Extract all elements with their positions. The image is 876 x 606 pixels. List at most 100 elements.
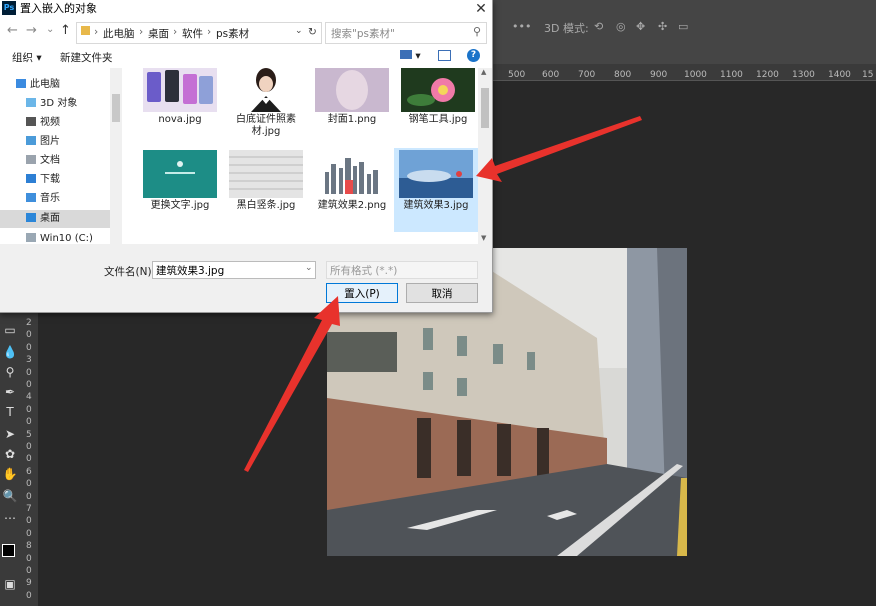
ruler-tick: 1000 [684,70,707,80]
recent-dropdown-button[interactable]: ⌄ [46,24,54,35]
pan-3d-icon[interactable]: ✥ [636,20,645,33]
filename-input[interactable]: 建筑效果3.jpg [152,261,316,279]
search-box[interactable]: 搜索"ps素材" ⚲ [325,22,487,44]
ruler-digit: 9 [26,578,32,589]
file-name: 更换文字.jpg [150,200,210,211]
back-button[interactable]: ← [7,23,18,38]
preview-pane-icon[interactable] [438,50,451,64]
up-button[interactable]: ↑ [60,23,71,38]
ruler-tick: 1400 [828,70,851,80]
zoom-tool-icon[interactable]: 🔍 [2,488,18,504]
scroll-up-icon[interactable]: ▲ [481,68,486,76]
path-selection-tool-icon[interactable]: ➤ [2,426,18,442]
image-thumbnail [143,68,217,112]
more-options-button[interactable]: ••• [512,20,531,33]
place-button[interactable]: 置入(P) [326,283,398,303]
desktop-icon [26,213,36,222]
scroll-down-icon[interactable]: ▼ [481,234,486,242]
horizontal-ruler: 500 600 700 800 900 1000 1100 1200 1300 … [492,70,876,81]
ruler-digit: 3 [26,355,32,366]
cancel-button[interactable]: 取消 [406,283,478,303]
file-item[interactable]: 钢笔工具.jpg [398,68,478,146]
file-item[interactable]: nova.jpg [140,68,220,146]
file-type-select[interactable]: 所有格式 (*.*) [326,261,478,279]
file-scrollbar-thumb[interactable] [481,88,489,128]
address-dropdown-icon[interactable]: ⌄ [295,26,303,36]
sidebar-item-videos[interactable]: 视频 [0,114,110,132]
sidebar-item-this-pc[interactable]: 此电脑 [0,76,110,94]
new-folder-button[interactable]: 新建文件夹 [60,50,113,65]
blur-tool-icon[interactable]: 💧 [2,344,18,360]
filename-dropdown-icon[interactable]: ⌄ [305,263,313,273]
orbit-3d-icon[interactable]: ⟲ [594,20,603,33]
image-thumbnail [143,150,217,198]
ruler-digit: 0 [26,380,32,390]
image-thumbnail [315,150,389,198]
file-item[interactable]: 封面1.png [312,68,392,146]
file-item[interactable]: 建筑效果2.png [312,148,392,232]
ruler-tick: 1300 [792,70,815,80]
slide-3d-icon[interactable]: ✣ [658,20,667,33]
camera-3d-icon[interactable]: ▭ [678,20,688,33]
sidebar-item-pictures[interactable]: 图片 [0,133,110,151]
search-icon[interactable]: ⚲ [473,25,481,38]
sidebar-item-downloads[interactable]: 下载 [0,171,110,189]
sidebar-item-music[interactable]: 音乐 [0,190,110,208]
marquee-tool-icon[interactable]: ▭ [2,322,18,338]
breadcrumb-item[interactable]: 此电脑 [103,26,135,41]
ruler-digit: 0 [26,590,32,601]
breadcrumb-item[interactable]: 桌面 [148,26,169,41]
breadcrumb-item[interactable]: 软件 [182,26,203,41]
ruler-digit: 0 [26,491,32,502]
breadcrumb-item[interactable]: ps素材 [216,26,249,41]
ruler-digit: 8 [26,541,32,552]
view-options-icon[interactable]: ▾ [400,50,421,62]
cube-icon [26,98,36,107]
ruler-digit: 0 [26,528,32,539]
ruler-tick: 700 [578,70,596,80]
file-item[interactable]: 白底证件照素材.jpg [226,68,306,146]
address-bar[interactable]: › 此电脑 › 桌面 › 软件 › ps素材 ⌄ ↻ [76,22,322,44]
roll-3d-icon[interactable]: ◎ [616,20,626,33]
file-name: 建筑效果2.png [317,200,387,211]
search-input[interactable]: 搜索"ps素材" [331,26,395,41]
file-name: 钢笔工具.jpg [408,114,468,125]
file-list: nova.jpg 白底证件照素材.jpg 封面1.png 钢笔工具.jpg 更换… [122,68,478,244]
dialog-titlebar[interactable]: Ps 置入嵌入的对象 ✕ [0,0,492,18]
more-tools-icon[interactable]: ⋯ [2,510,18,526]
refresh-button[interactable]: ↻ [308,26,317,38]
help-icon[interactable]: ? [467,49,480,62]
sidebar-item-desktop[interactable]: 桌面 [0,210,110,228]
file-name: 白底证件照素材.jpg [236,114,296,137]
file-name: 建筑效果3.jpg [403,200,469,211]
pen-tool-icon[interactable]: ✒ [2,384,18,400]
ruler-tick: 600 [542,70,560,80]
place-embedded-dialog: Ps 置入嵌入的对象 ✕ ← → ⌄ ↑ › 此电脑 › 桌面 › 软件 › p… [0,0,493,313]
ruler-tick: 1100 [720,70,743,80]
ruler-digit: 0 [26,330,32,341]
ruler-tick: 500 [508,70,526,80]
image-thumbnail [315,68,389,112]
file-name: 黑白竖条.jpg [236,200,296,211]
computer-icon [16,79,26,88]
sidebar-item-3d-objects[interactable]: 3D 对象 [0,95,110,113]
ruler-digit: 0 [26,404,32,415]
dodge-tool-icon[interactable]: ⚲ [2,364,18,380]
nav-scrollbar-thumb[interactable] [112,94,120,122]
breadcrumb-separator: › [94,26,99,38]
type-tool-icon[interactable]: T [2,404,18,420]
ruler-digit: 0 [26,417,32,428]
file-item[interactable]: 黑白竖条.jpg [226,148,306,232]
hand-tool-icon[interactable]: ✋ [2,466,18,482]
screen-mode-icon[interactable]: ▣ [2,576,18,592]
custom-shape-tool-icon[interactable]: ✿ [2,446,18,462]
ruler-digit: 0 [26,342,32,353]
organize-button[interactable]: 组织 ▾ [12,50,42,65]
foreground-color-swatch[interactable] [2,544,18,560]
file-item-selected[interactable]: 建筑效果3.jpg [394,148,478,232]
sidebar-item-documents[interactable]: 文档 [0,152,110,170]
file-item[interactable]: 更换文字.jpg [140,148,220,232]
close-button[interactable]: ✕ [470,0,492,18]
tools-panel: ▭ 💧 ⚲ ✒ T ➤ ✿ ✋ 🔍 ⋯ ▣ [0,312,21,606]
forward-button[interactable]: → [26,23,37,38]
